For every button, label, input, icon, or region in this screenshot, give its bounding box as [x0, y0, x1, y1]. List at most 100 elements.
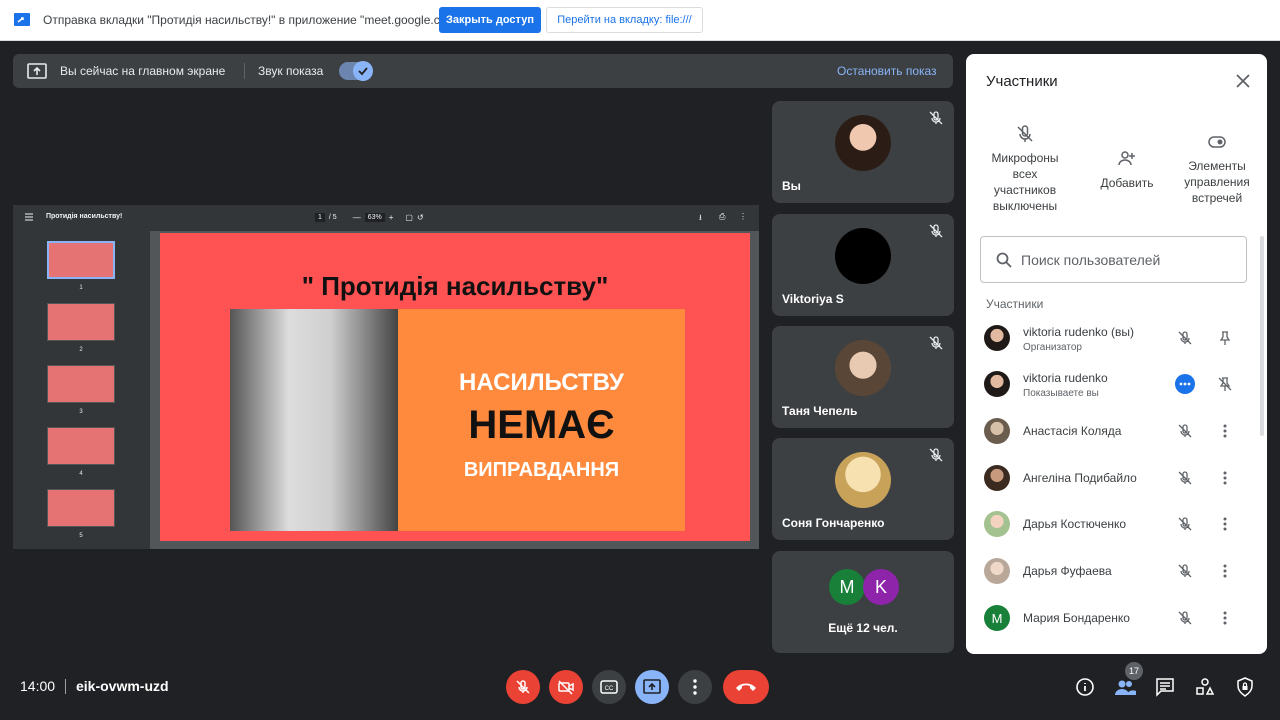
- more-options-icon[interactable]: [1217, 563, 1233, 579]
- thumbnail-2[interactable]: [47, 303, 115, 341]
- end-call-button[interactable]: [723, 670, 769, 704]
- thumbnail-5[interactable]: [47, 489, 115, 527]
- more-options-button[interactable]: [678, 670, 712, 704]
- zoom-out-icon[interactable]: —: [353, 213, 361, 222]
- thumbnail-3[interactable]: [47, 365, 115, 403]
- captions-button[interactable]: CC: [592, 670, 626, 704]
- participant-row[interactable]: Дарья Костюченко: [966, 502, 1256, 548]
- menu-icon[interactable]: [25, 213, 33, 221]
- mic-off-icon: [1017, 125, 1033, 142]
- mic-off-icon: [929, 224, 943, 238]
- more-options-icon[interactable]: [1217, 423, 1233, 439]
- panel-title: Участники: [986, 73, 1058, 90]
- avatar: M: [984, 605, 1010, 631]
- participant-name: Соня Гончаренко: [782, 516, 885, 530]
- participant-tile[interactable]: Вы: [772, 101, 954, 203]
- participant-name: viktoria rudenko: [1023, 371, 1108, 385]
- thumbnail-sidebar: 1 2 3 4 5: [13, 231, 150, 549]
- present-screen-icon: [27, 63, 47, 79]
- mic-off-icon[interactable]: [1177, 563, 1193, 579]
- meeting-details-button[interactable]: [1074, 676, 1096, 698]
- shield-icon: [1237, 677, 1253, 697]
- more-options-icon[interactable]: [1217, 610, 1233, 626]
- add-people-action[interactable]: Добавить: [1082, 149, 1172, 191]
- chat-button[interactable]: [1154, 676, 1176, 698]
- mic-off-icon: [929, 448, 943, 462]
- thumbnail-number: 2: [79, 347, 83, 353]
- participant-name: Анастасія Коляда: [1023, 424, 1122, 438]
- mic-off-icon[interactable]: [1177, 610, 1193, 626]
- presentation-audio-label: Звук показа: [258, 64, 324, 78]
- participant-name: Мария Бондаренко: [1023, 611, 1130, 625]
- slide-text-line2: НЕМАЄ: [468, 403, 615, 447]
- mic-off-icon[interactable]: [1177, 516, 1193, 532]
- avatar: K: [863, 569, 899, 605]
- mic-off-icon[interactable]: [1177, 423, 1193, 439]
- zoom-in-icon[interactable]: +: [389, 213, 394, 222]
- zoom-input[interactable]: 63%: [364, 213, 385, 222]
- slide-text-line3: ВИПРАВДАННЯ: [463, 459, 620, 481]
- participants-panel: Участники Микрофоны всех участников выкл…: [966, 54, 1267, 654]
- microphone-button[interactable]: [506, 670, 540, 704]
- toggle-icon: [1208, 136, 1226, 148]
- more-options-icon[interactable]: [1217, 516, 1233, 532]
- avatar: [984, 418, 1010, 444]
- present-screen-icon: [643, 679, 661, 694]
- pin-icon[interactable]: [1217, 330, 1233, 346]
- participant-row[interactable]: Ангеліна Подибайло: [966, 456, 1256, 502]
- camera-button[interactable]: [549, 670, 583, 704]
- thumbnail-1[interactable]: [47, 241, 115, 279]
- participant-name: Дарья Фуфаева: [1023, 564, 1112, 578]
- rotate-icon[interactable]: ↺: [417, 213, 424, 222]
- print-icon[interactable]: ⎙: [719, 212, 725, 222]
- participant-tile[interactable]: Viktoriya S: [772, 214, 954, 316]
- stop-access-button[interactable]: Закрыть доступ: [439, 7, 541, 33]
- host-controls-button[interactable]: [1234, 676, 1256, 698]
- pdf-toolbar: Протидія насильству! 1 / 5 — 63% + ▢ ↺ ⭳…: [13, 205, 759, 231]
- more-icon[interactable]: ⋮: [739, 212, 747, 221]
- presenting-bar: Вы сейчас на главном экране Звук показа …: [13, 54, 953, 88]
- mic-off-icon[interactable]: [1177, 330, 1193, 346]
- section-label: Участники: [986, 297, 1044, 311]
- participant-row[interactable]: M Мария Бондаренко: [966, 596, 1256, 642]
- participant-tile[interactable]: Соня Гончаренко: [772, 438, 954, 540]
- activities-button[interactable]: [1194, 676, 1216, 698]
- audio-toggle[interactable]: [353, 61, 373, 81]
- slide-text-line1: НАСИЛЬСТВУ: [459, 369, 624, 396]
- more-options-icon[interactable]: [1217, 470, 1233, 486]
- participant-row[interactable]: viktoria rudenko Показываете вы: [966, 362, 1256, 408]
- search-field[interactable]: [980, 236, 1247, 283]
- participant-row[interactable]: Анастасія Коляда: [966, 409, 1256, 455]
- divider: [65, 679, 66, 694]
- thumbnail-4[interactable]: [47, 427, 115, 465]
- sharing-text: Отправка вкладки "Протидія насильству!" …: [43, 13, 471, 27]
- pdf-title: Протидія насильству!: [46, 213, 123, 220]
- dots-icon: [1179, 382, 1191, 386]
- stop-presenting-button[interactable]: Остановить показ: [837, 64, 937, 78]
- participant-row[interactable]: Дарья Фуфаева: [966, 549, 1256, 595]
- host-controls-action[interactable]: Элементы управления встречей: [1172, 132, 1262, 206]
- participant-row[interactable]: viktoria rudenko (вы) Организатор: [966, 316, 1256, 362]
- avatar: [984, 465, 1010, 491]
- page-current-input[interactable]: 1: [315, 213, 325, 222]
- panel-scrollbar[interactable]: [1260, 236, 1264, 436]
- participant-tile[interactable]: Таня Чепель: [772, 326, 954, 428]
- mute-all-action[interactable]: Микрофоны всех участников выключены: [980, 124, 1070, 214]
- meeting-time: 14:00: [20, 678, 56, 694]
- present-button[interactable]: [635, 670, 669, 704]
- thumbnail-number: 1: [79, 285, 83, 291]
- info-icon: [1076, 678, 1094, 696]
- go-to-tab-button[interactable]: Перейти на вкладку: file:///: [546, 7, 703, 33]
- unpin-icon[interactable]: [1217, 376, 1233, 392]
- download-icon[interactable]: ⭳: [699, 212, 702, 226]
- search-icon: [996, 252, 1012, 268]
- search-input[interactable]: [1021, 249, 1231, 271]
- participant-name: Ангеліна Подибайло: [1023, 471, 1137, 485]
- check-icon: [358, 67, 368, 76]
- page-controls: 1 / 5 — 63% + ▢ ↺: [315, 213, 424, 222]
- mic-off-icon[interactable]: [1177, 470, 1193, 486]
- avatar: [984, 371, 1010, 397]
- fit-page-icon[interactable]: ▢: [405, 213, 413, 222]
- close-icon[interactable]: [1234, 72, 1252, 90]
- more-participants-tile[interactable]: M K Ещё 12 чел.: [772, 551, 954, 653]
